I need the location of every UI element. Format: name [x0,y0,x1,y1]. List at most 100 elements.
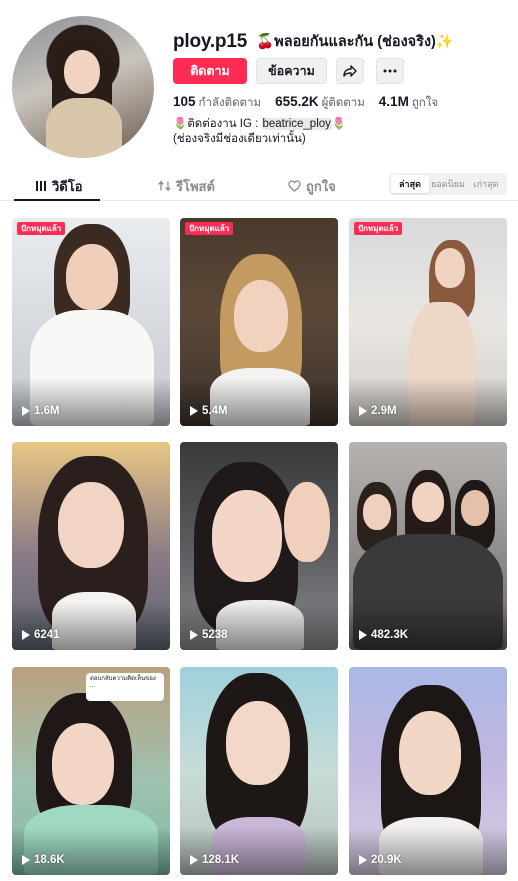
thumbnail-hand [284,482,330,562]
view-count-text: 20.9K [371,854,402,866]
thumbnail-shade [180,827,338,875]
more-dots-icon [383,69,397,73]
stat-following[interactable]: 105 กำลังติดตาม [173,93,261,112]
stat-label: กำลังติดตาม [198,97,262,109]
avatar-top [46,98,122,158]
view-count: 18.6K [22,854,65,866]
play-icon [22,855,30,865]
view-count-text: 18.6K [34,854,65,866]
view-count-text: 482.3K [371,629,409,641]
stat-followers[interactable]: 655.2K ผู้ติดตาม [275,93,365,112]
pinned-badge: ปักหมุดแล้ว [17,222,66,235]
message-button[interactable]: ข้อความ [256,58,327,84]
thumbnail-figure [412,482,444,522]
video-card[interactable]: ปักหมุดแล้ว 5.4M [180,218,338,426]
username: ploy.p15 [173,30,248,52]
view-count: 5.4M [190,405,228,417]
bio-line-1: 🌷ติดต่องาน IG : beatrice_ploy🌷 [173,117,346,132]
video-card[interactable]: 20.9K [349,667,507,875]
play-icon [190,406,198,416]
repost-icon [158,180,171,192]
reply-comment-sticker: ตอบกลับความคิดเห็นของ ... [86,673,164,701]
video-card[interactable]: 5238 [180,442,338,650]
thumbnail-figure [58,482,124,568]
grid-lines-icon [36,181,46,191]
pinned-badge: ปักหมุดแล้ว [185,222,234,235]
tab-reposts[interactable]: รีโพสต์ [158,171,215,201]
play-icon [359,406,367,416]
thumbnail-figure [234,280,288,352]
thumbnail-figure [461,490,489,526]
view-count: 128.1K [190,854,239,866]
thumbnail-figure [66,244,118,310]
play-icon [22,406,30,416]
video-card[interactable]: 128.1K [180,667,338,875]
video-card[interactable]: ตอบกลับความคิดเห็นของ ... 18.6K [12,667,170,875]
profile-stats: 105 กำลังติดตาม 655.2K ผู้ติดตาม 4.1M ถูกใจ [173,93,438,112]
tab-label: วิดีโอ [52,178,83,194]
view-count: 1.6M [22,405,60,417]
bio-suffix: 🌷 [331,118,347,130]
nickname: 🍒พลอยกันและกัน (ช่องจริง)✨ [256,34,454,50]
thumbnail-figure [212,490,282,582]
bio-line-2: (ช่องจริงมีช่องเดียวเท่านั้น) [173,133,306,145]
play-icon [359,855,367,865]
view-count-text: 2.9M [371,405,397,417]
stat-value: 105 [173,94,196,109]
name-row: ploy.p15 🍒พลอยกันและกัน (ช่องจริง)✨ [173,30,454,53]
avatar[interactable] [12,16,154,158]
view-count-text: 6241 [34,629,60,641]
view-count: 6241 [22,629,60,641]
more-button[interactable] [376,58,404,84]
video-card[interactable]: ปักหมุดแล้ว 1.6M [12,218,170,426]
thumbnail-shade [349,827,507,875]
sort-popular[interactable]: ยอดนิยม [429,175,467,193]
thumbnail-figure [363,494,391,530]
view-count: 5238 [190,629,228,641]
tab-videos[interactable]: วิดีโอ [35,171,83,201]
thumbnail-figure [226,701,290,785]
view-count: 20.9K [359,854,402,866]
bio-ig-handle[interactable]: beatrice_ploy [261,118,332,130]
view-count: 482.3K [359,629,408,641]
bio: 🌷ติดต่องาน IG : beatrice_ploy🌷 (ช่องจริง… [173,117,346,147]
heart-outline-icon [288,180,301,192]
thumbnail-shade [180,378,338,426]
video-card[interactable]: ปักหมุดแล้ว 2.9M [349,218,507,426]
play-icon [22,630,30,640]
view-count: 2.9M [359,405,397,417]
active-tab-underline [14,199,100,201]
view-count-text: 5.4M [202,405,228,417]
thumbnail-figure [52,723,114,805]
stat-label: ถูกใจ [411,97,439,109]
play-icon [190,855,198,865]
play-icon [190,630,198,640]
thumbnail-figure [435,248,465,288]
bio-prefix: 🌷ติดต่องาน IG : [173,118,262,130]
view-count-text: 5238 [202,629,228,641]
tab-label: ถูกใจ [306,178,336,194]
share-icon [343,65,357,77]
thumbnail-shade [349,378,507,426]
view-count-text: 1.6M [34,405,60,417]
pinned-badge: ปักหมุดแล้ว [354,222,403,235]
sort-oldest[interactable]: เก่าสุด [467,175,505,193]
play-icon [359,630,367,640]
sort-latest[interactable]: ล่าสุด [391,175,429,193]
stat-likes: 4.1M ถูกใจ [379,93,438,112]
avatar-face [64,50,100,94]
thumbnail-shade [12,827,170,875]
stat-value: 4.1M [378,94,409,109]
share-button[interactable] [336,58,364,84]
thumbnail-shade [12,602,170,650]
follow-button[interactable]: ติดตาม [173,58,247,84]
stat-label: ผู้ติดตาม [321,97,365,109]
video-card[interactable]: 482.3K [349,442,507,650]
thumbnail-shade [12,378,170,426]
tab-label: รีโพสต์ [176,178,215,194]
thumbnail-figure [399,711,461,795]
thumbnail-shade [349,602,507,650]
video-card[interactable]: 6241 [12,442,170,650]
tab-liked[interactable]: ถูกใจ [288,171,336,201]
view-count-text: 128.1K [202,854,240,866]
